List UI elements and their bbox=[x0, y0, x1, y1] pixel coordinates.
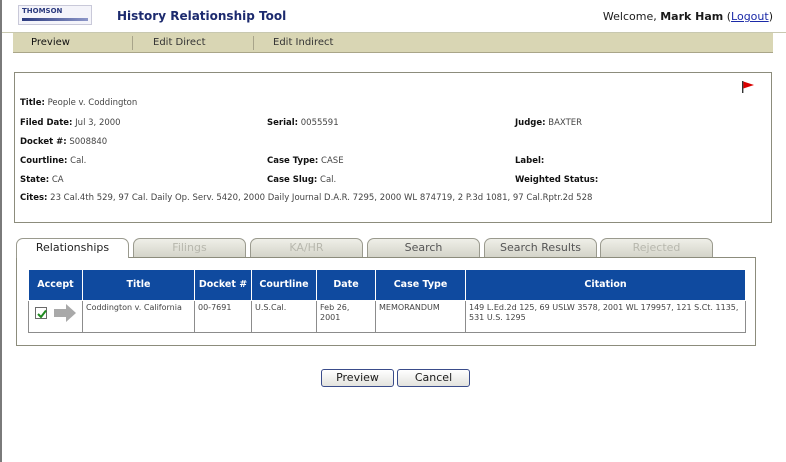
menu-divider bbox=[132, 36, 133, 50]
accept-checkbox[interactable] bbox=[35, 307, 47, 319]
case-slug-value: Cal. bbox=[320, 175, 337, 185]
row-case-type: MEMORANDUM bbox=[375, 300, 466, 333]
state-field: State: CA bbox=[20, 175, 64, 185]
docket-label: Docket #: bbox=[20, 137, 67, 147]
filed-date-field: Filed Date: Jul 3, 2000 bbox=[20, 118, 121, 128]
row-date: Feb 26, 2001 bbox=[316, 300, 376, 333]
logo-text: THOMSON bbox=[22, 7, 63, 15]
tab-relationships[interactable]: Relationships bbox=[16, 238, 129, 258]
column-header-date: Date bbox=[316, 269, 376, 301]
case-info-panel: Title: People v. Coddington Filed Date: … bbox=[14, 72, 772, 223]
docket-field: Docket #: S008840 bbox=[20, 137, 107, 147]
cancel-button[interactable]: Cancel bbox=[397, 369, 470, 387]
courtline-value: Cal. bbox=[70, 156, 87, 166]
menu-bar: Preview Edit Direct Edit Indirect bbox=[13, 33, 773, 53]
courtline-label: Courtline: bbox=[20, 156, 68, 166]
serial-label: Serial: bbox=[267, 118, 299, 128]
case-slug-field: Case Slug: Cal. bbox=[267, 175, 336, 185]
serial-field: Serial: 0055591 bbox=[267, 118, 339, 128]
relationships-table: Accept Title Docket # Courtline Date Cas… bbox=[28, 269, 746, 333]
menu-item-edit-direct[interactable]: Edit Direct bbox=[153, 33, 206, 53]
window-frame bbox=[0, 0, 2, 462]
accept-cell bbox=[28, 300, 83, 333]
menu-item-preview[interactable]: Preview bbox=[31, 33, 70, 53]
tab-bar: Relationships Filings KA/HR Search Searc… bbox=[16, 238, 716, 258]
tab-ka-hr[interactable]: KA/HR bbox=[250, 238, 363, 257]
column-header-title: Title bbox=[82, 269, 195, 301]
row-title: Coddington v. California bbox=[82, 300, 195, 333]
case-type-label: Case Type: bbox=[267, 156, 319, 166]
filed-date-value: Jul 3, 2000 bbox=[75, 118, 121, 128]
judge-label: Judge: bbox=[515, 118, 546, 128]
welcome-prefix: Welcome, bbox=[602, 10, 661, 23]
tab-search-results[interactable]: Search Results bbox=[484, 238, 597, 257]
logout-close: ) bbox=[768, 10, 773, 23]
logout-link[interactable]: Logout bbox=[731, 10, 769, 23]
thomson-logo: THOMSON bbox=[18, 5, 92, 25]
label-field: Label: bbox=[515, 156, 544, 166]
case-type-field: Case Type: CASE bbox=[267, 156, 344, 166]
title-value: People v. Coddington bbox=[47, 98, 138, 108]
judge-field: Judge: BAXTER bbox=[515, 118, 582, 128]
column-header-case-type: Case Type bbox=[375, 269, 466, 301]
tab-filings[interactable]: Filings bbox=[133, 238, 246, 257]
table-header-row: Accept Title Docket # Courtline Date Cas… bbox=[28, 269, 746, 301]
app-header: THOMSON History Relationship Tool Welcom… bbox=[2, 0, 786, 33]
relationships-panel: Accept Title Docket # Courtline Date Cas… bbox=[16, 257, 756, 346]
tab-rejected[interactable]: Rejected bbox=[600, 238, 713, 257]
page-title: History Relationship Tool bbox=[117, 9, 287, 23]
cites-field: Cites: 23 Cal.4th 529, 97 Cal. Daily Op.… bbox=[20, 193, 720, 204]
weighted-status-label: Weighted Status: bbox=[515, 175, 599, 185]
checkmark-icon bbox=[37, 309, 47, 319]
column-header-courtline: Courtline bbox=[251, 269, 317, 301]
welcome-message: Welcome, Mark Ham (Logout) bbox=[603, 10, 773, 23]
serial-value: 0055591 bbox=[300, 118, 339, 128]
menu-item-edit-indirect[interactable]: Edit Indirect bbox=[273, 33, 333, 53]
state-label: State: bbox=[20, 175, 50, 185]
tab-search[interactable]: Search bbox=[367, 238, 480, 257]
judge-value: BAXTER bbox=[548, 118, 583, 128]
case-slug-label: Case Slug: bbox=[267, 175, 318, 185]
user-name: Mark Ham bbox=[660, 10, 724, 23]
row-courtline: U.S.Cal. bbox=[251, 300, 317, 333]
state-value: CA bbox=[51, 175, 64, 185]
label-label: Label: bbox=[515, 156, 545, 166]
row-docket: 00-7691 bbox=[194, 300, 252, 333]
column-header-docket: Docket # bbox=[194, 269, 252, 301]
logout-open: ( bbox=[723, 10, 732, 23]
docket-value: S008840 bbox=[69, 137, 108, 147]
column-header-accept: Accept bbox=[28, 269, 83, 301]
flag-icon[interactable] bbox=[741, 80, 755, 94]
title-label: Title: bbox=[20, 98, 45, 108]
case-type-value: CASE bbox=[321, 156, 344, 166]
menu-divider bbox=[253, 36, 254, 50]
logo-stripe bbox=[22, 18, 88, 21]
column-header-citation: Citation bbox=[465, 269, 746, 301]
filed-date-label: Filed Date: bbox=[20, 118, 73, 128]
row-citation: 149 L.Ed.2d 125, 69 USLW 3578, 2001 WL 1… bbox=[465, 300, 746, 333]
cites-label: Cites: bbox=[20, 193, 48, 203]
table-row: Coddington v. California 00-7691 U.S.Cal… bbox=[28, 300, 746, 333]
weighted-status-field: Weighted Status: bbox=[515, 175, 598, 185]
courtline-field: Courtline: Cal. bbox=[20, 156, 86, 166]
arrow-right-icon bbox=[53, 304, 76, 322]
preview-button[interactable]: Preview bbox=[321, 369, 394, 387]
case-title-field: Title: People v. Coddington bbox=[20, 98, 137, 108]
cites-value: 23 Cal.4th 529, 97 Cal. Daily Op. Serv. … bbox=[50, 193, 593, 203]
